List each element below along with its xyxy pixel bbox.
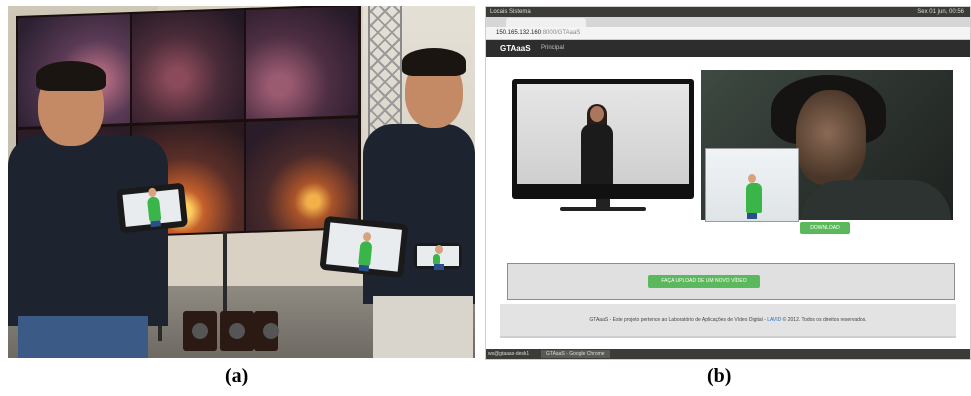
site-footer: GTAaaS - Este projeto pertence ao Labora… <box>500 304 956 338</box>
person-body <box>8 136 168 326</box>
video-wall-tile <box>132 10 244 123</box>
speaker <box>220 311 254 351</box>
person-legs <box>373 296 473 358</box>
person-hair <box>402 48 466 76</box>
tablet-device <box>115 182 189 234</box>
upload-well: FAÇA UPLOAD DE UM NOVO VÍDEO <box>507 263 955 300</box>
photo-panel-a <box>8 6 475 358</box>
os-menu[interactable]: Locais Sistema <box>490 7 531 17</box>
tv-monitor-image <box>512 79 694 199</box>
footer-link-lavid[interactable]: LAVID <box>767 317 781 323</box>
interpreter-woman <box>579 104 615 184</box>
person-body <box>363 124 475 304</box>
browser-panel-b: Locais Sistema Sex 01 jun, 00:56 150.165… <box>485 6 971 360</box>
speaker <box>254 311 279 351</box>
site-brand[interactable]: GTAaaS <box>500 40 531 57</box>
footer-text: GTAaaS - Este projeto pertence ao Labora… <box>589 317 768 323</box>
actor-face <box>796 90 866 185</box>
smartphone-device <box>414 243 462 270</box>
sign-avatar-icon <box>146 196 162 222</box>
url-text: 150.165.132.160:8000/GTAaaS <box>496 30 581 36</box>
caption-a: (a) <box>225 365 249 387</box>
video-player[interactable] <box>701 70 953 222</box>
nav-link-principal[interactable]: Principal <box>541 40 564 57</box>
tv-base <box>560 207 646 211</box>
tv-screen <box>517 84 689 184</box>
person-hair <box>36 61 106 91</box>
taskbar-chrome-window[interactable]: GTAaaS - Google Chrome <box>541 350 610 358</box>
os-clock: Sex 01 jun, 00:56 <box>917 9 964 15</box>
tablet-screen <box>122 189 182 227</box>
tablet-device <box>319 215 409 279</box>
upload-video-button[interactable]: FAÇA UPLOAD DE UM NOVO VÍDEO <box>648 275 760 288</box>
video-wall-tile <box>246 118 358 231</box>
sign-avatar-icon <box>746 174 762 219</box>
video-wall-tile <box>246 6 358 119</box>
speaker <box>183 311 217 351</box>
browser-tab[interactable] <box>506 18 586 27</box>
phone-screen <box>417 245 459 270</box>
caption-b: (b) <box>707 365 732 387</box>
site-navbar: GTAaaS Principal <box>486 40 970 57</box>
os-top-bar: Locais Sistema Sex 01 jun, 00:56 <box>486 7 970 17</box>
footer-copyright: © 2012. Todos os direitos reservados. <box>781 317 867 323</box>
person-legs <box>18 316 148 358</box>
browser-tab-strip <box>486 17 970 27</box>
taskbar-user: ws@gtaaas-desk1 <box>488 351 530 357</box>
sign-avatar-icon <box>358 240 373 266</box>
os-taskbar: ws@gtaaas-desk1 GTAaaS - Google Chrome <box>486 349 970 359</box>
sign-avatar-icon <box>433 245 444 270</box>
actor-shoulder <box>801 180 951 220</box>
tv-stand <box>596 199 610 207</box>
tablet-screen <box>326 222 402 272</box>
address-bar[interactable]: 150.165.132.160:8000/GTAaaS <box>486 27 970 40</box>
download-button[interactable]: DOWNLOAD <box>800 222 850 234</box>
sign-avatar-overlay <box>705 148 799 222</box>
